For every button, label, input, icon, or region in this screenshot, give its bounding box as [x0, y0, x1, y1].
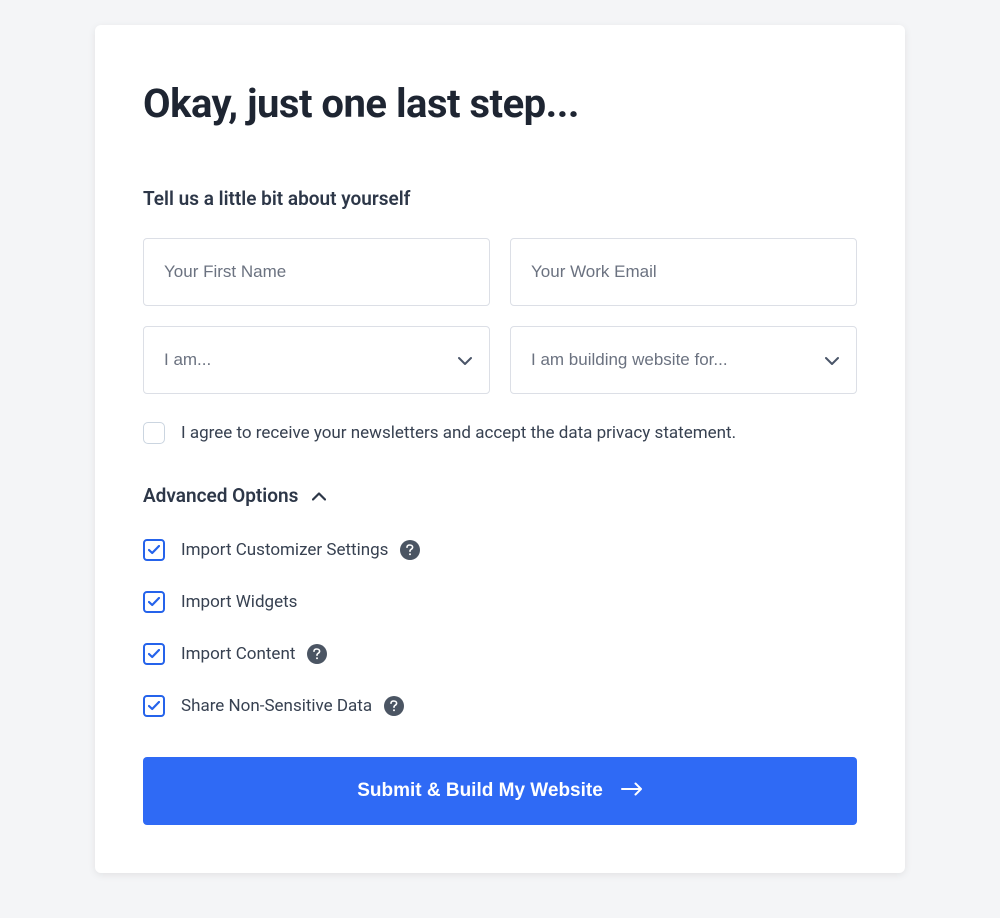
- option-row: Import Customizer Settings: [143, 539, 857, 561]
- option-label: Import Customizer Settings: [181, 540, 388, 560]
- help-icon[interactable]: [307, 644, 327, 664]
- advanced-options-label: Advanced Options: [143, 484, 298, 507]
- role-select[interactable]: I am...: [143, 326, 490, 394]
- submit-button[interactable]: Submit & Build My Website: [143, 757, 857, 825]
- option-label: Import Widgets: [181, 592, 297, 612]
- submit-button-label: Submit & Build My Website: [357, 780, 603, 802]
- onboarding-form-card: Okay, just one last step... Tell us a li…: [95, 25, 905, 873]
- building-for-select-wrapper: I am building website for...: [510, 326, 857, 394]
- chevron-up-icon: [312, 486, 326, 505]
- fields-grid: I am... I am building website for...: [143, 238, 857, 394]
- option-label: Share Non-Sensitive Data: [181, 696, 372, 716]
- arrow-right-icon: [621, 780, 643, 802]
- first-name-input[interactable]: [143, 238, 490, 306]
- help-icon[interactable]: [400, 540, 420, 560]
- section-subtitle: Tell us a little bit about yourself: [143, 187, 857, 210]
- option-label: Import Content: [181, 644, 295, 664]
- help-icon[interactable]: [384, 696, 404, 716]
- import-widgets-checkbox[interactable]: [143, 591, 165, 613]
- page-title: Okay, just one last step...: [143, 80, 857, 127]
- advanced-options-toggle[interactable]: Advanced Options: [143, 484, 857, 507]
- consent-label: I agree to receive your newsletters and …: [181, 423, 736, 443]
- consent-checkbox[interactable]: [143, 422, 165, 444]
- option-row: Import Widgets: [143, 591, 857, 613]
- consent-row: I agree to receive your newsletters and …: [143, 422, 857, 444]
- work-email-input[interactable]: [510, 238, 857, 306]
- building-for-select[interactable]: I am building website for...: [510, 326, 857, 394]
- import-customizer-checkbox[interactable]: [143, 539, 165, 561]
- option-row: Share Non-Sensitive Data: [143, 695, 857, 717]
- option-row: Import Content: [143, 643, 857, 665]
- import-content-checkbox[interactable]: [143, 643, 165, 665]
- role-select-wrapper: I am...: [143, 326, 490, 394]
- share-data-checkbox[interactable]: [143, 695, 165, 717]
- advanced-options-list: Import Customizer Settings Import Widget…: [143, 539, 857, 717]
